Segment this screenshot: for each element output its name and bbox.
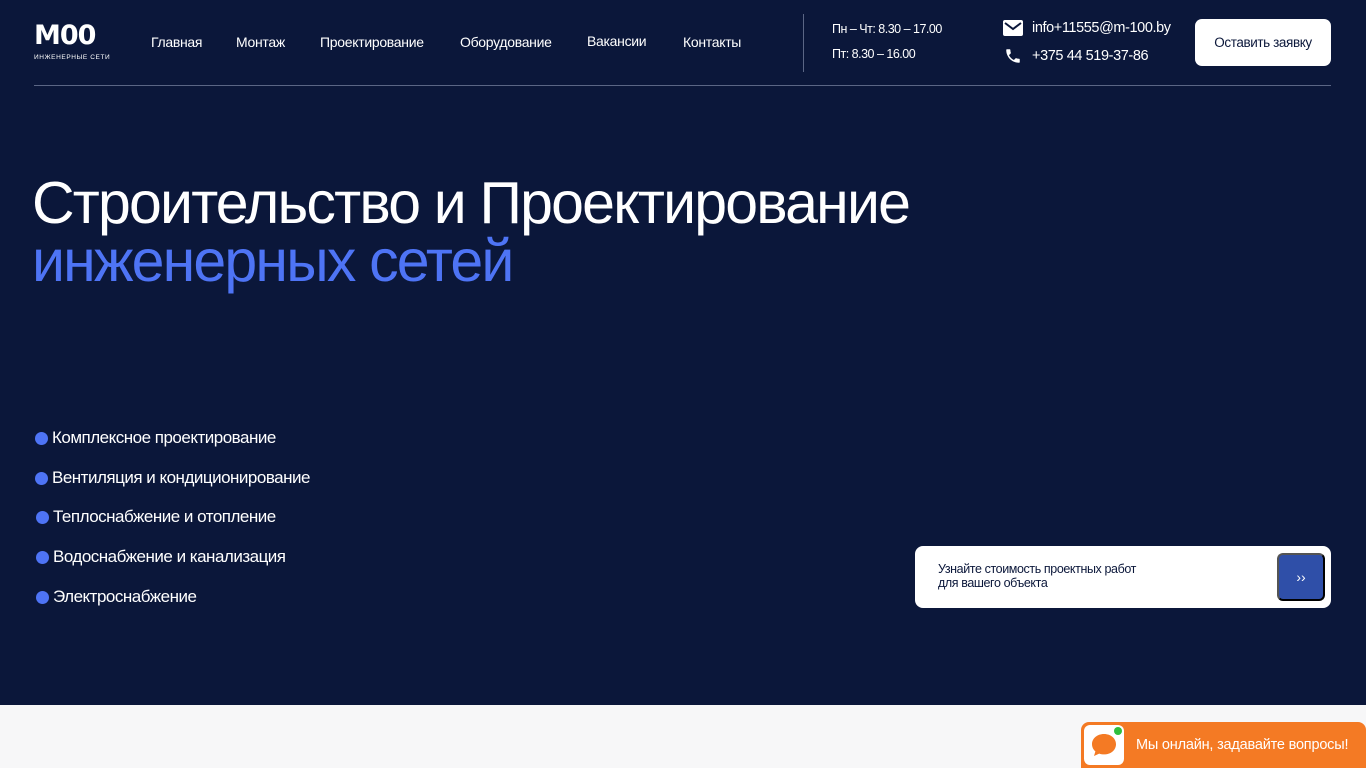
double-chevron-right-icon: ›› [1296, 569, 1306, 585]
phone-text: +375 44 519-37-86 [1032, 48, 1149, 64]
service-label: Теплоснабжение и отопление [53, 507, 276, 526]
bullet-dot-icon [36, 550, 49, 564]
page-title-line1: Строительство и Проектирование [32, 170, 911, 236]
chat-widget[interactable]: Мы онлайн, задавайте вопросы! [1081, 722, 1366, 768]
list-item: Теплоснабжение и отопление [36, 507, 276, 527]
page-title: Строительство и Проектирование инженерны… [32, 170, 911, 294]
chat-widget-text: Мы онлайн, задавайте вопросы! [1136, 737, 1349, 753]
service-label: Вентиляция и кондиционирование [52, 468, 310, 487]
online-status-dot [1114, 727, 1122, 735]
page-title-line2: инженерных сетей [32, 228, 514, 294]
nav-item-installation[interactable]: Монтаж [236, 34, 285, 50]
header-bottom-divider [34, 85, 1331, 86]
bullet-dot-icon [36, 590, 49, 604]
phone-icon [1003, 46, 1023, 66]
service-label: Электроснабжение [53, 587, 197, 606]
list-item: Вентиляция и кондиционирование [35, 468, 310, 488]
list-item: Комплексное проектирование [35, 428, 276, 448]
service-label: Комплексное проектирование [52, 428, 276, 447]
hours-weekdays: Пн – Чт: 8.30 – 17.00 [832, 22, 942, 36]
logo-mark: M00 [34, 20, 96, 51]
nav-item-equipment[interactable]: Оборудование [460, 34, 552, 50]
header-divider [803, 14, 804, 72]
nav-item-vacancies[interactable]: Вакансии [587, 33, 647, 49]
nav-item-design[interactable]: Проектирование [320, 34, 424, 50]
logo-subtitle: ИНЖЕНЕРНЫЕ СЕТИ [34, 54, 111, 61]
chat-icon-box [1084, 725, 1124, 765]
price-estimate-text: Узнайте стоимость проектных работ для ва… [938, 562, 1136, 590]
bullet-dot-icon [35, 431, 48, 445]
bullet-dot-icon [35, 471, 48, 485]
list-item: Водоснабжение и канализация [36, 547, 286, 567]
list-item: Электроснабжение [36, 587, 197, 607]
chat-bubble-icon [1092, 734, 1116, 756]
mail-icon [1003, 18, 1023, 38]
logo[interactable]: M00 ИНЖЕНЕРНЫЕ СЕТИ [34, 22, 118, 62]
bullet-dot-icon [36, 510, 49, 524]
service-label: Водоснабжение и канализация [53, 547, 286, 566]
email-text: info+11555@m-100.by [1032, 20, 1171, 36]
price-estimate-button[interactable]: ›› [1277, 553, 1325, 601]
hero-section: M00 ИНЖЕНЕРНЫЕ СЕТИ Главная Монтаж Проек… [0, 0, 1366, 705]
price-estimate-line1: Узнайте стоимость проектных работ [938, 562, 1136, 576]
email-link[interactable]: info+11555@m-100.by [1003, 18, 1171, 38]
price-estimate-line2: для вашего объекта [938, 576, 1048, 590]
phone-link[interactable]: +375 44 519-37-86 [1003, 46, 1149, 66]
nav-item-home[interactable]: Главная [151, 34, 202, 50]
price-estimate-card[interactable]: Узнайте стоимость проектных работ для ва… [915, 546, 1331, 608]
leave-request-button[interactable]: Оставить заявку [1195, 19, 1331, 66]
nav-item-contacts[interactable]: Контакты [683, 34, 741, 50]
hours-friday: Пт: 8.30 – 16.00 [832, 47, 916, 61]
